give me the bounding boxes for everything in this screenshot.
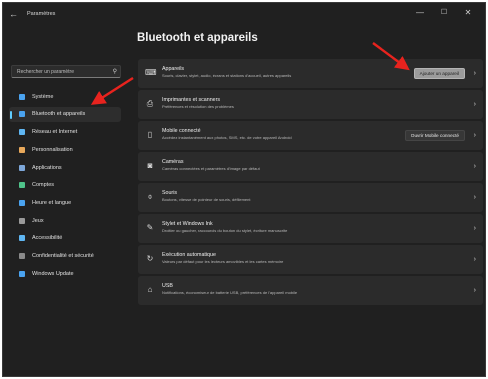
sidebar-item-label: Réseau et Internet <box>32 129 78 136</box>
brush-icon <box>19 146 25 153</box>
card-text: Stylet et Windows Ink Droitier ou gaucher… <box>162 221 403 234</box>
card-subtitle: Accédez instantanément aux photos, SMS, … <box>162 135 292 140</box>
search-box: ⚲ <box>11 65 121 78</box>
bluetooth-icon <box>19 111 25 118</box>
page-title: Bluetooth et appareils <box>137 32 258 44</box>
sidebar-item-label: Heure et langue <box>32 199 72 206</box>
back-arrow-icon[interactable]: ← <box>9 8 23 20</box>
sidebar-item-shield[interactable]: Confidentialité et sécurité <box>9 248 121 264</box>
settings-card-mouse[interactable]: ⌽ Souris Boutons, vitesse de pointeur de s… <box>138 183 483 212</box>
sidebar-item-bluetooth[interactable]: Bluetooth et appareils <box>9 106 121 123</box>
globe-clock-icon <box>19 199 25 206</box>
settings-card-usb[interactable]: ⌂ USB Notifications, économiseur de batter… <box>138 276 483 305</box>
chevron-right-icon[interactable]: › <box>474 224 476 233</box>
card-title: Stylet et Windows Ink <box>162 221 213 227</box>
sidebar-nav: Système Bluetooth et appareils Réseau et I… <box>9 89 121 284</box>
minimize-button[interactable]: — <box>409 6 431 20</box>
sidebar-item-label: Jeux <box>32 217 44 224</box>
camera-icon: ◙ <box>147 161 153 170</box>
app-title: Paramètres <box>27 11 56 17</box>
autoplay-icon: ↻ <box>146 254 154 263</box>
shield-icon <box>19 252 25 259</box>
usb-icon: ⌂ <box>147 285 153 294</box>
sidebar-item-update[interactable]: Windows Update <box>9 266 121 282</box>
sidebar-item-person[interactable]: Comptes <box>9 177 121 193</box>
settings-cards: ⌨ Appareils Souris, clavier, stylet, audio… <box>138 59 483 307</box>
sidebar-item-label: Personnalisation <box>32 146 73 153</box>
sidebar-item-label: Accessibilité <box>32 235 63 242</box>
chevron-right-icon[interactable]: › <box>474 162 476 171</box>
pen-icon: ✎ <box>146 223 154 232</box>
card-subtitle: Préférences et résolution des problèmes <box>162 104 234 109</box>
card-title: Mobile connecté <box>162 128 201 134</box>
maximize-button[interactable]: ☐ <box>433 6 455 20</box>
card-subtitle: Notifications, économiseur de batterie U… <box>162 290 298 295</box>
sidebar-item-label: Comptes <box>32 182 55 189</box>
sidebar-item-label: Windows Update <box>32 270 74 277</box>
sidebar-item-globe-clock[interactable]: Heure et langue <box>9 195 121 211</box>
settings-card-autoplay[interactable]: ↻ Exécution automatique Valeurs par défaut… <box>138 245 483 274</box>
sidebar-item-label: Confidentialité et sécurité <box>32 252 94 259</box>
sidebar-item-monitor[interactable]: Système <box>9 89 121 105</box>
settings-card-pen[interactable]: ✎ Stylet et Windows Ink Droitier ou gauche… <box>138 214 483 243</box>
gamepad-icon <box>19 217 25 224</box>
accessibility-icon <box>19 235 25 242</box>
title-bar: ← Paramètres — ☐ ✕ <box>3 3 485 25</box>
card-title: Souris <box>162 190 178 196</box>
apps-icon <box>19 164 25 171</box>
settings-card-camera[interactable]: ◙ Caméras Caméras connectées et paramètres… <box>138 152 483 181</box>
card-subtitle: Droitier ou gaucher, raccourcis du bouto… <box>162 228 288 233</box>
settings-card-printer[interactable]: ⎙ Imprimantes et scanners Préférences et r… <box>138 90 483 119</box>
sidebar-item-accessibility[interactable]: Accessibilité <box>9 231 121 247</box>
chevron-right-icon[interactable]: › <box>474 131 476 140</box>
chevron-right-icon[interactable]: › <box>474 193 476 202</box>
sidebar-item-apps[interactable]: Applications <box>9 160 121 176</box>
close-button[interactable]: ✕ <box>457 6 479 20</box>
sidebar-item-label: Applications <box>32 164 62 171</box>
card-title: USB <box>162 283 173 289</box>
chevron-right-icon[interactable]: › <box>474 286 476 295</box>
card-subtitle: Souris, clavier, stylet, audio, écrans e… <box>162 73 292 78</box>
sidebar-item-label: Système <box>32 93 54 100</box>
settings-card-phone[interactable]: ▯ Mobile connecté Accédez instantanément a… <box>138 121 483 150</box>
chevron-right-icon[interactable]: › <box>474 255 476 264</box>
chevron-right-icon[interactable]: › <box>474 100 476 109</box>
card-text: Exécution automatique Valeurs par défaut … <box>162 252 403 265</box>
update-icon <box>19 270 25 277</box>
wifi-icon <box>19 129 25 136</box>
chevron-right-icon[interactable]: › <box>474 69 476 78</box>
search-input[interactable] <box>12 66 108 77</box>
card-title: Caméras <box>162 159 184 165</box>
settings-window: ← Paramètres — ☐ ✕ ⚲ Système Bluetooth et… <box>2 2 486 377</box>
sidebar-item-gamepad[interactable]: Jeux <box>9 213 121 229</box>
sidebar-item-wifi[interactable]: Réseau et Internet <box>9 124 121 140</box>
sidebar-item-brush[interactable]: Personnalisation <box>9 142 121 158</box>
card-subtitle: Boutons, vitesse de pointeur de souris, … <box>162 197 251 202</box>
card-text: Appareils Souris, clavier, stylet, audio,… <box>162 66 403 79</box>
printer-icon: ⎙ <box>146 99 154 108</box>
card-title: Exécution automatique <box>162 252 216 258</box>
card-subtitle: Caméras connectées et paramètres d'image… <box>162 166 260 171</box>
card-subtitle: Valeurs par défaut pour les lecteurs amo… <box>162 259 284 264</box>
add-device-button[interactable]: Ajouter un appareil <box>413 68 465 79</box>
sidebar-item-label: Bluetooth et appareils <box>32 111 86 118</box>
card-text: USB Notifications, économiseur de batteri… <box>162 283 403 296</box>
mouse-icon: ⌽ <box>147 192 153 201</box>
devices-icon: ⌨ <box>145 68 157 77</box>
card-text: Imprimantes et scanners Préférences et ré… <box>162 97 403 110</box>
card-text: Caméras Caméras connectées et paramètres … <box>162 159 403 172</box>
card-title: Imprimantes et scanners <box>162 97 220 103</box>
phone-icon: ▯ <box>147 130 153 139</box>
monitor-icon <box>19 93 25 100</box>
person-icon <box>19 182 25 189</box>
search-icon[interactable]: ⚲ <box>113 67 117 77</box>
card-text: Mobile connecté Accédez instantanément au… <box>162 128 403 141</box>
open-phone-link-button[interactable]: Ouvrir Mobile connecté <box>404 130 465 141</box>
card-text: Souris Boutons, vitesse de pointeur de so… <box>162 190 403 203</box>
card-title: Appareils <box>162 66 185 72</box>
settings-card-devices[interactable]: ⌨ Appareils Souris, clavier, stylet, audio… <box>138 59 483 88</box>
